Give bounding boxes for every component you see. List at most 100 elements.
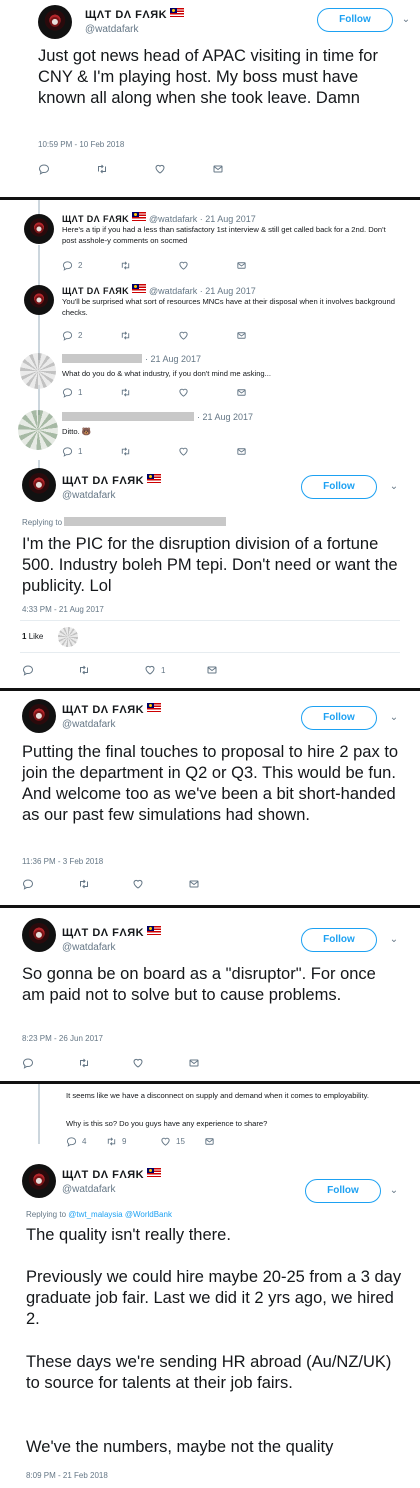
retweet-button[interactable] (120, 330, 178, 341)
message-button[interactable] (212, 163, 270, 175)
user-handle[interactable]: @watdafark (85, 24, 139, 35)
message-button[interactable] (236, 387, 294, 398)
retweet-button[interactable] (120, 260, 178, 271)
retweet-button[interactable] (78, 1057, 132, 1069)
heart-icon (178, 330, 189, 341)
follow-button[interactable]: Follow (301, 928, 377, 952)
reply-icon (22, 664, 34, 676)
reply-button[interactable] (22, 1057, 78, 1069)
follow-button[interactable]: Follow (305, 1179, 381, 1203)
message-icon (206, 664, 218, 676)
user-handle[interactable]: @watdafark (62, 719, 116, 730)
avatar[interactable] (24, 214, 54, 244)
reply-button[interactable] (22, 878, 78, 890)
reply-button[interactable]: 2 (62, 330, 120, 341)
message-button[interactable] (206, 664, 264, 676)
replying-to-link[interactable]: @twt_malaysia @WorldBank (68, 1210, 172, 1219)
retweet-button[interactable]: 9 (106, 1136, 160, 1147)
heart-icon (154, 163, 166, 175)
reply-author[interactable]: · 21 Aug 2017 (62, 354, 201, 364)
avatar[interactable] (18, 410, 58, 450)
user-name[interactable]: ЩΛT DΛ FΛЯK (62, 1168, 162, 1181)
chevron-down-icon[interactable]: ⌄ (388, 712, 400, 724)
chevron-down-icon[interactable]: ⌄ (388, 481, 400, 493)
user-name[interactable]: ЩΛT DΛ FΛЯK (62, 474, 162, 487)
timestamp[interactable]: 8:09 PM - 21 Feb 2018 (26, 1471, 108, 1480)
avatar[interactable] (22, 468, 56, 502)
reply-button[interactable]: 2 (62, 260, 120, 271)
reply-icon (62, 387, 73, 398)
like-button[interactable]: 1 (144, 664, 206, 676)
user-name[interactable]: ЩΛT DΛ FΛЯK (85, 8, 185, 21)
like-button[interactable] (178, 446, 236, 457)
like-button[interactable] (132, 1057, 188, 1069)
retweet-button[interactable] (96, 163, 154, 175)
follow-button[interactable]: Follow (301, 475, 377, 499)
flag-icon (147, 926, 162, 935)
message-icon (204, 1136, 215, 1147)
user-handle[interactable]: @watdafark (62, 942, 116, 953)
tweet-card: ЩΛT DΛ FΛЯK @watdafark Follow ⌄ Putting … (0, 691, 420, 905)
user-handle[interactable]: @watdafark (62, 490, 116, 501)
retweet-button[interactable] (78, 664, 144, 676)
replying-to: Replying to @twt_malaysia @WorldBank (26, 1210, 172, 1219)
likes-count[interactable]: 1 Like (22, 632, 43, 641)
reply-author[interactable]: ЩΛT DΛ FΛЯK @watdafark · 21 Aug 2017 (62, 212, 256, 224)
like-button[interactable]: 15 (160, 1136, 204, 1147)
timestamp[interactable]: 11:36 PM - 3 Feb 2018 (22, 857, 103, 866)
user-name[interactable]: ЩΛT DΛ FΛЯK (62, 703, 162, 716)
avatar[interactable] (22, 918, 56, 952)
like-button[interactable] (178, 260, 236, 271)
user-handle[interactable]: @watdafark (62, 1184, 116, 1195)
chevron-down-icon[interactable]: ⌄ (388, 1185, 400, 1197)
chevron-down-icon[interactable]: ⌄ (388, 934, 400, 946)
message-button[interactable] (188, 1057, 246, 1069)
message-button[interactable] (236, 330, 294, 341)
timestamp[interactable]: 8:23 PM - 26 Jun 2017 (22, 1034, 103, 1043)
retweet-button[interactable] (78, 878, 132, 890)
retweet-button[interactable] (120, 446, 178, 457)
like-button[interactable] (178, 387, 236, 398)
reply-actions: 1 (62, 387, 294, 398)
timestamp[interactable]: 10:59 PM - 10 Feb 2018 (38, 140, 124, 149)
reply-button[interactable]: 1 (62, 387, 120, 398)
message-button[interactable] (188, 878, 246, 890)
reply-author[interactable]: ЩΛT DΛ FΛЯK @watdafark · 21 Aug 2017 (62, 284, 256, 296)
like-button[interactable] (178, 330, 236, 341)
reply-button[interactable] (38, 163, 96, 175)
message-icon (212, 163, 224, 175)
reply-button[interactable]: 4 (66, 1136, 106, 1147)
user-name[interactable]: ЩΛT DΛ FΛЯK (62, 926, 162, 939)
message-button[interactable] (204, 1136, 262, 1147)
reply-icon (22, 1057, 34, 1069)
divider (20, 620, 400, 621)
avatar[interactable] (22, 1164, 56, 1198)
message-button[interactable] (236, 260, 294, 271)
liker-avatar[interactable] (58, 627, 78, 647)
message-icon (188, 1057, 200, 1069)
avatar[interactable] (22, 699, 56, 733)
message-button[interactable] (236, 446, 294, 457)
reply-button[interactable] (22, 664, 78, 676)
retweet-icon (96, 163, 108, 175)
flag-icon (132, 212, 147, 221)
timestamp[interactable]: 4:33 PM - 21 Aug 2017 (22, 605, 104, 614)
flag-icon (147, 1168, 162, 1177)
reply-icon (62, 260, 73, 271)
retweet-button[interactable] (120, 387, 178, 398)
reply-actions: 2 (62, 260, 294, 271)
avatar[interactable] (24, 285, 54, 315)
reply-author[interactable]: · 21 Aug 2017 (62, 412, 253, 422)
reply-icon (62, 446, 73, 457)
like-button[interactable] (132, 878, 188, 890)
follow-button[interactable]: Follow (317, 8, 393, 32)
reply-icon (22, 878, 34, 890)
like-button[interactable] (154, 163, 212, 175)
avatar[interactable] (20, 353, 56, 389)
follow-button[interactable]: Follow (301, 706, 377, 730)
reply-button[interactable]: 1 (62, 446, 120, 457)
chevron-down-icon[interactable]: ⌄ (400, 14, 412, 26)
tweet-card: It seems like we have a disconnect on su… (0, 1084, 420, 1488)
retweet-icon (78, 878, 90, 890)
avatar[interactable] (38, 5, 72, 39)
